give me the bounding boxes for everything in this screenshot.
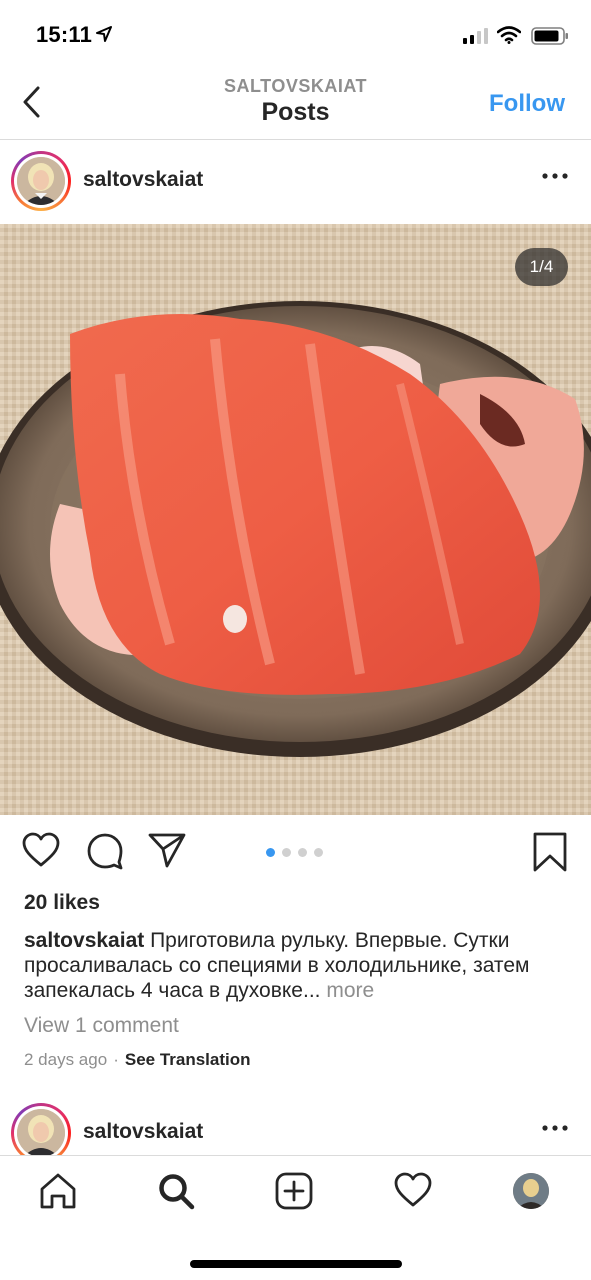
see-translation-link[interactable]: See Translation: [125, 1050, 251, 1069]
comment-icon[interactable]: [86, 832, 124, 870]
post-photo[interactable]: 1/4: [0, 224, 591, 815]
share-icon[interactable]: [148, 832, 186, 868]
cell-signal-icon: [463, 28, 488, 44]
home-indicator: [190, 1260, 402, 1268]
profile-avatar-photo: [513, 1173, 549, 1209]
likes-count[interactable]: 20 likes: [24, 891, 100, 915]
profile-tab-avatar[interactable]: [513, 1173, 549, 1209]
carousel-dot: [266, 848, 275, 857]
bottom-tab-bar: [0, 1155, 591, 1280]
view-comments-link[interactable]: View 1 comment: [24, 1014, 179, 1038]
caption-username[interactable]: saltovskaiat: [24, 929, 144, 952]
bookmark-icon[interactable]: [533, 832, 567, 872]
add-icon[interactable]: [275, 1172, 313, 1210]
photo-counter: 1/4: [515, 248, 568, 286]
post-timestamp: 2 days ago: [24, 1050, 108, 1069]
more-icon[interactable]: [541, 1118, 569, 1138]
search-icon[interactable]: [157, 1172, 195, 1210]
location-arrow-icon: [96, 26, 112, 42]
carousel-dot: [298, 848, 307, 857]
heart-icon[interactable]: [22, 832, 60, 868]
status-bar: 15:11: [0, 0, 591, 70]
post-caption: saltovskaiat Приготовила рульку. Впервые…: [24, 928, 569, 1003]
battery-icon: [531, 27, 568, 45]
home-icon[interactable]: [39, 1172, 77, 1210]
pork-knuckle-photo: [0, 224, 591, 815]
carousel-dot: [282, 848, 291, 857]
post-meta: 2 days ago · See Translation: [24, 1050, 251, 1070]
post-header: saltovskaiat: [0, 140, 591, 224]
activity-icon[interactable]: [394, 1172, 432, 1208]
avatar[interactable]: [11, 151, 71, 211]
follow-button[interactable]: Follow: [489, 90, 565, 118]
post-username[interactable]: saltovskaiat: [83, 1120, 203, 1144]
meta-separator: ·: [113, 1050, 119, 1069]
post-actions: [0, 828, 591, 878]
wifi-icon: [497, 26, 521, 44]
avatar[interactable]: [11, 1103, 71, 1163]
more-icon[interactable]: [541, 166, 569, 186]
status-time: 15:11: [36, 22, 93, 47]
avatar-photo: [17, 1109, 65, 1157]
avatar-photo: [17, 157, 65, 205]
caption-more-link[interactable]: more: [321, 979, 374, 1002]
post-username[interactable]: saltovskaiat: [83, 168, 203, 192]
carousel-dot: [314, 848, 323, 857]
nav-header: SALTOVSKAIAT Posts Follow: [0, 70, 591, 140]
